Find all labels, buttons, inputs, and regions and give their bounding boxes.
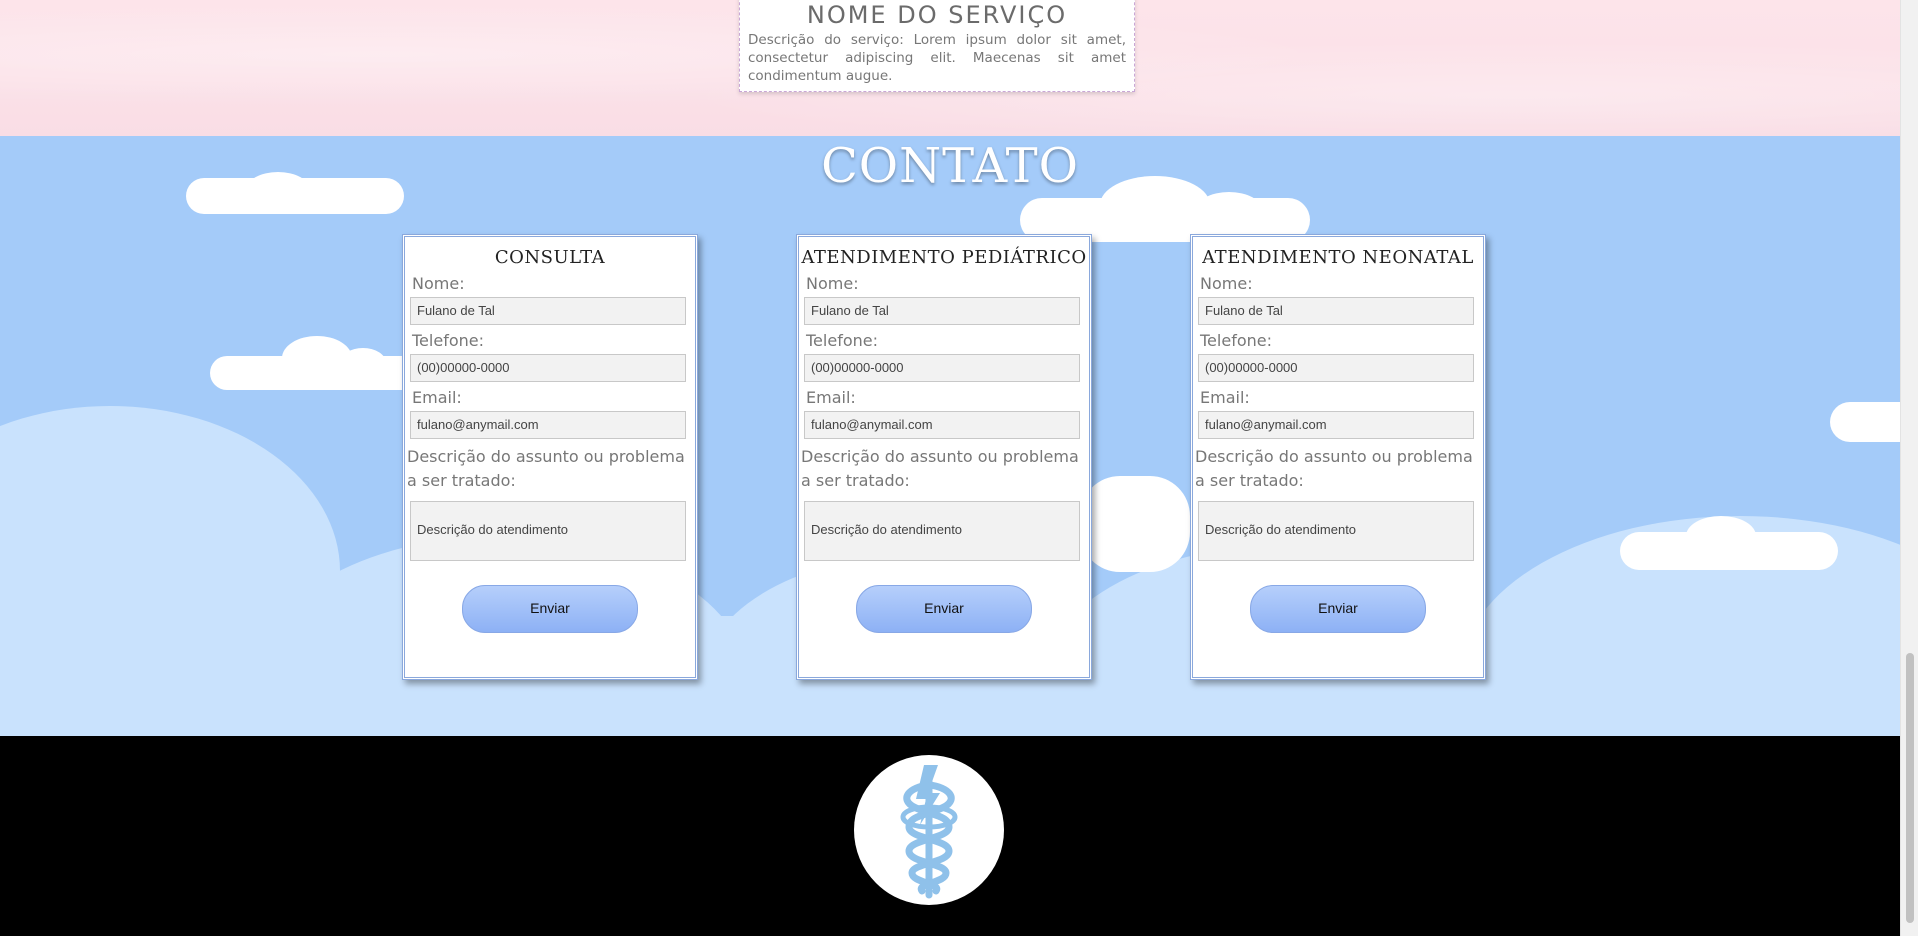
phone-input[interactable]: (00)00000-0000 — [804, 354, 1080, 382]
vertical-scrollbar[interactable] — [1900, 0, 1918, 936]
description-textarea[interactable]: Descrição do atendimento — [804, 501, 1080, 561]
service-title: NOME DO SERVIÇO — [806, 1, 1068, 29]
contact-form-consulta: CONSULTA Nome: Fulano de Tal Telefone: (… — [402, 234, 698, 680]
email-input[interactable]: fulano@anymail.com — [410, 411, 686, 439]
description-textarea[interactable]: Descrição do atendimento — [410, 501, 686, 561]
description-label: Descrição do assunto ou problema a ser t… — [1195, 447, 1473, 490]
email-input[interactable]: fulano@anymail.com — [1198, 411, 1474, 439]
caduceus-icon — [900, 765, 958, 899]
contact-form-neonatal: ATENDIMENTO NEONATAL Nome: Fulano de Tal… — [1190, 234, 1486, 680]
name-input[interactable]: Fulano de Tal — [1198, 297, 1474, 325]
footer-logo[interactable] — [854, 755, 1004, 905]
submit-button[interactable]: Enviar — [856, 585, 1032, 633]
form-heading: ATENDIMENTO NEONATAL — [1202, 247, 1474, 268]
cloud — [1080, 476, 1190, 572]
cloud — [1686, 516, 1756, 556]
form-heading: CONSULTA — [494, 247, 606, 268]
service-card: NOME DO SERVIÇO Descrição do serviço: Lo… — [739, 0, 1135, 92]
description-label: Descrição do assunto ou problema a ser t… — [801, 447, 1079, 490]
phone-input[interactable]: (00)00000-0000 — [1198, 354, 1474, 382]
service-description: Descrição do serviço: Lorem ipsum dolor … — [748, 32, 1126, 84]
form-heading: ATENDIMENTO PEDIÁTRICO — [801, 247, 1087, 268]
description-label: Descrição do assunto ou problema a ser t… — [407, 447, 685, 490]
description-textarea[interactable]: Descrição do atendimento — [1198, 501, 1474, 561]
contact-form-pediatrico: ATENDIMENTO PEDIÁTRICO Nome: Fulano de T… — [796, 234, 1092, 680]
cloud — [1830, 402, 1900, 442]
name-label: Nome: — [412, 274, 465, 293]
services-section: NOME DO SERVIÇO Descrição do serviço: Lo… — [0, 0, 1900, 136]
name-label: Nome: — [1200, 274, 1253, 293]
phone-label: Telefone: — [1200, 331, 1272, 350]
email-label: Email: — [806, 388, 856, 407]
phone-input[interactable]: (00)00000-0000 — [410, 354, 686, 382]
cloud — [340, 348, 386, 378]
name-label: Nome: — [806, 274, 859, 293]
phone-label: Telefone: — [412, 331, 484, 350]
email-input[interactable]: fulano@anymail.com — [804, 411, 1080, 439]
email-label: Email: — [412, 388, 462, 407]
submit-button[interactable]: Enviar — [1250, 585, 1426, 633]
name-input[interactable]: Fulano de Tal — [410, 297, 686, 325]
name-input[interactable]: Fulano de Tal — [804, 297, 1080, 325]
contact-title: CONTATO — [821, 138, 1079, 194]
email-label: Email: — [1200, 388, 1250, 407]
phone-label: Telefone: — [806, 331, 878, 350]
submit-button[interactable]: Enviar — [462, 585, 638, 633]
cloud — [1196, 192, 1262, 228]
scrollbar-thumb[interactable] — [1906, 653, 1914, 923]
